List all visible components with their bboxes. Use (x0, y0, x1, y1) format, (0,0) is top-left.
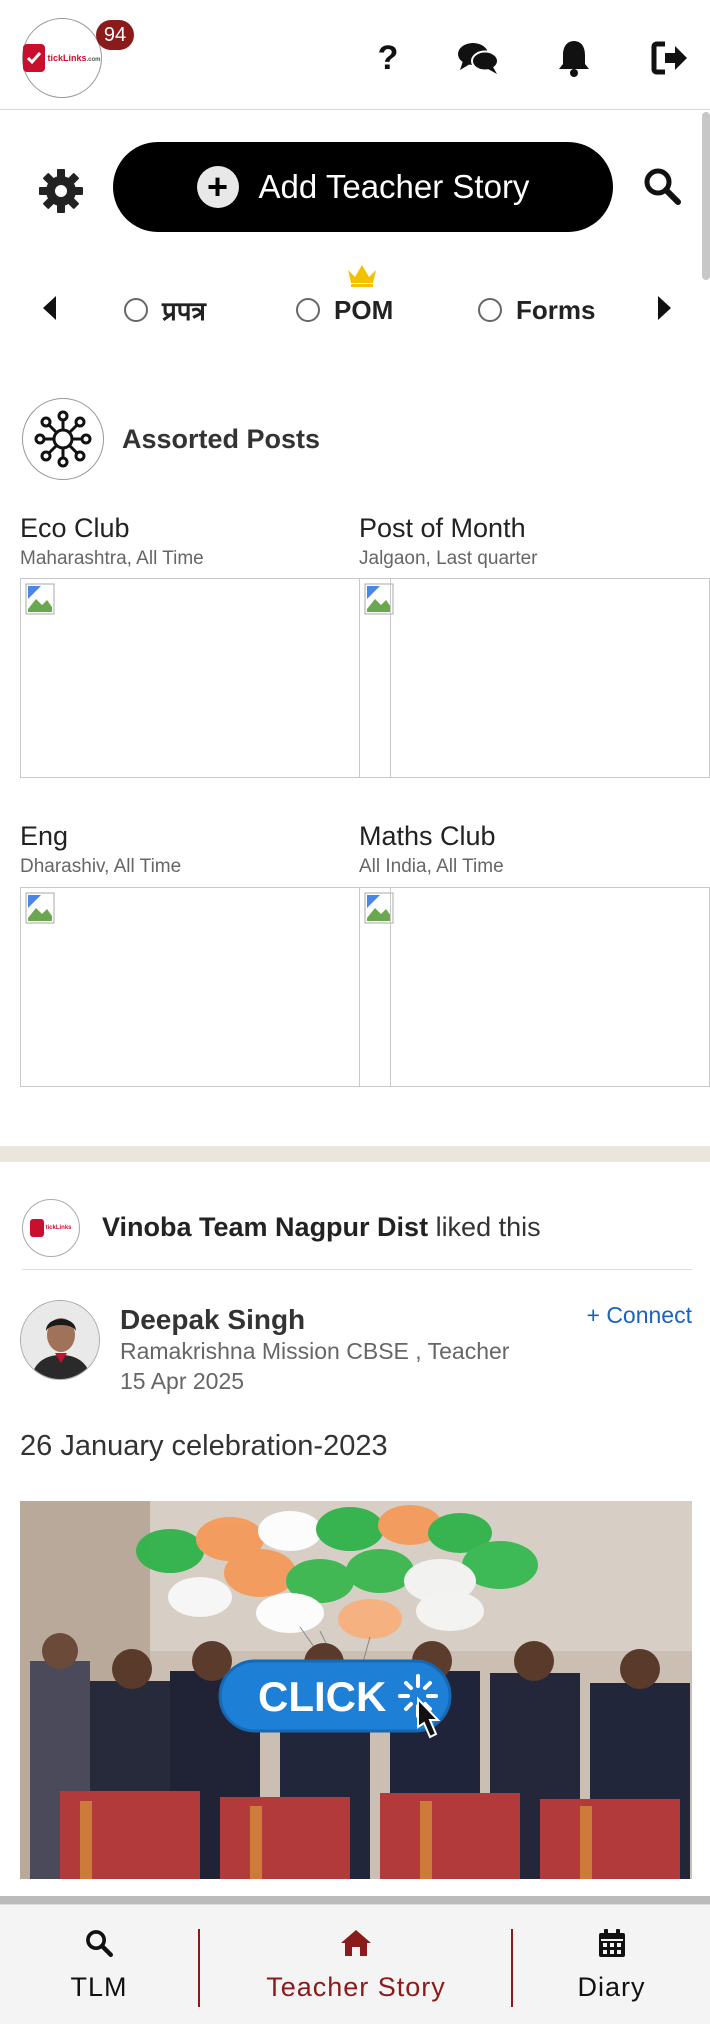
card-title: Eng (20, 821, 69, 851)
notification-count-badge: 94 (96, 20, 134, 50)
svg-text:CLICK: CLICK (258, 1673, 386, 1720)
thumb-frame-line (390, 888, 391, 1086)
search-icon[interactable] (640, 164, 684, 208)
card-title: Eco Club (20, 513, 130, 543)
card-subtitle: All India, All Time (359, 856, 504, 877)
chat-icon[interactable] (456, 36, 500, 80)
nav-teacher-story[interactable]: Teacher Story (200, 1905, 512, 2024)
nav-diary[interactable]: Diary (513, 1905, 710, 2024)
logo-mark: tickLinks (30, 1218, 72, 1237)
assorted-card-eco-club[interactable]: Eco Club Maharashtra, All Time (20, 513, 204, 570)
tab-pom[interactable]: POM (296, 292, 393, 328)
liked-suffix: liked this (428, 1212, 541, 1242)
nav-label: Teacher Story (266, 1971, 446, 2002)
post-image[interactable]: CLICK (20, 1501, 692, 1879)
tab-prapatra[interactable]: प्रपत्र (124, 292, 206, 328)
app-logo[interactable]: tickLinks.com (22, 18, 102, 98)
card-title: Post of Month (359, 513, 526, 543)
section-divider (0, 1146, 710, 1162)
liker-avatar[interactable]: tickLinks (22, 1198, 80, 1257)
broken-image-icon (25, 892, 55, 924)
page-scrollbar[interactable] (702, 112, 710, 280)
connect-link[interactable]: + Connect (587, 1302, 693, 1329)
logo-text: tickLinks (45, 1224, 72, 1231)
bottom-navigation: TLM Teacher Story Diary (0, 1904, 710, 2024)
search-icon (85, 1928, 113, 1958)
bell-icon[interactable] (552, 36, 596, 80)
card-thumbnail[interactable] (359, 887, 710, 1087)
check-icon (23, 44, 46, 72)
tab-label: POM (334, 294, 394, 325)
page: tickLinks.com 94 ? + Add Teacher Story प… (0, 0, 710, 2024)
logo-mark: tickLinks.com (23, 44, 101, 72)
celebration-photo: CLICK (20, 1501, 692, 1879)
liked-activity-row: tickLinks Vinoba Team Nagpur Dist liked … (22, 1198, 692, 1270)
radio-button[interactable] (124, 298, 148, 322)
tab-scroll-left-icon[interactable] (38, 292, 62, 324)
assorted-card-post-of-month[interactable]: Post of Month Jalgaon, Last quarter (359, 513, 538, 570)
add-teacher-story-button[interactable]: + Add Teacher Story (113, 142, 613, 232)
nav-label: Diary (577, 1971, 646, 2002)
tab-forms[interactable]: Forms (478, 292, 595, 328)
nav-label: TLM (70, 1971, 128, 2002)
tab-label: Forms (516, 294, 596, 325)
author-name[interactable]: Deepak Singh (120, 1304, 305, 1336)
logout-icon[interactable] (648, 36, 692, 80)
card-thumbnail[interactable] (359, 578, 710, 778)
author-avatar[interactable] (20, 1300, 100, 1380)
assorted-posts-header: Assorted Posts (22, 398, 320, 480)
card-subtitle: Jalgaon, Last quarter (359, 548, 538, 569)
card-thumbnail[interactable] (20, 578, 362, 778)
card-subtitle: Maharashtra, All Time (20, 548, 204, 569)
add-story-label: Add Teacher Story (258, 168, 530, 205)
section-title: Assorted Posts (122, 423, 321, 454)
gear-icon[interactable] (36, 166, 86, 216)
crown-icon (346, 262, 378, 293)
radio-button[interactable] (296, 298, 320, 322)
tab-label: प्रपत्र (162, 296, 206, 326)
card-thumbnail[interactable] (20, 887, 362, 1087)
calendar-icon (598, 1928, 626, 1958)
network-hub-icon (22, 398, 104, 480)
help-icon[interactable]: ? (366, 36, 410, 80)
liked-text: Vinoba Team Nagpur Dist liked this (102, 1212, 541, 1243)
liker-name[interactable]: Vinoba Team Nagpur Dist (102, 1212, 428, 1242)
author-role: Ramakrishna Mission CBSE , Teacher (120, 1338, 510, 1364)
post-author: Deepak Singh Ramakrishna Mission CBSE , … (20, 1300, 692, 1400)
check-icon (30, 1218, 45, 1237)
assorted-card-maths-club[interactable]: Maths Club All India, All Time (359, 821, 504, 878)
radio-button[interactable] (478, 298, 502, 322)
broken-image-icon (25, 583, 55, 615)
thumb-frame-line (390, 579, 391, 777)
post-date: 15 Apr 2025 (120, 1368, 245, 1394)
logo-text: tickLinks.com (47, 53, 101, 63)
home-icon (339, 1928, 373, 1958)
tab-scroll-right-icon[interactable] (652, 292, 676, 324)
card-title: Maths Club (359, 821, 496, 851)
card-subtitle: Dharashiv, All Time (20, 856, 182, 877)
post-title: 26 January celebration-2023 (20, 1430, 388, 1462)
plus-circle-icon: + (196, 166, 239, 208)
assorted-card-eng[interactable]: Eng Dharashiv, All Time (20, 821, 181, 878)
top-header: tickLinks.com 94 ? (0, 0, 710, 110)
nav-tlm[interactable]: TLM (0, 1905, 198, 2024)
